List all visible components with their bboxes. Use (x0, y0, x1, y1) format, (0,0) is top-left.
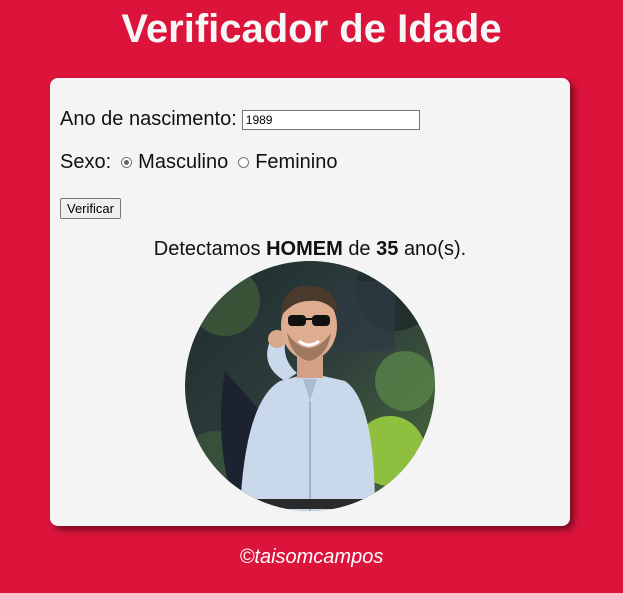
footer-credit: ©taisomcampos (239, 546, 384, 568)
result-middle: de (348, 238, 371, 260)
man-photo-illustration (185, 261, 435, 511)
result-gender: HOMEM (266, 238, 343, 260)
birth-year-input[interactable] (241, 109, 420, 130)
page-title: Verificador de Idade (121, 7, 502, 51)
birth-year-row: Ano de nascimento: (60, 108, 420, 131)
result-photo (185, 261, 435, 511)
result-text: Detectamos HOMEM de 35 ano(s). (50, 238, 570, 261)
radio-feminino[interactable] (238, 157, 250, 168)
sex-label: Sexo: (60, 151, 112, 173)
radio-masculino-label[interactable]: Masculino (138, 151, 228, 174)
result-age: 35 (376, 238, 399, 260)
birth-year-label: Ano de nascimento: (60, 108, 237, 130)
result-suffix: ano(s). (403, 238, 467, 260)
result-prefix: Detectamos (153, 238, 261, 260)
radio-feminino-label[interactable]: Feminino (255, 151, 337, 174)
radio-selected-dot (124, 160, 130, 165)
sex-row: Sexo: Masculino Feminino (60, 151, 337, 174)
verifier-card: Ano de nascimento: Sexo: Masculino Femin… (50, 78, 570, 526)
verify-button[interactable]: Verificar (60, 198, 121, 219)
radio-masculino[interactable] (121, 157, 133, 168)
